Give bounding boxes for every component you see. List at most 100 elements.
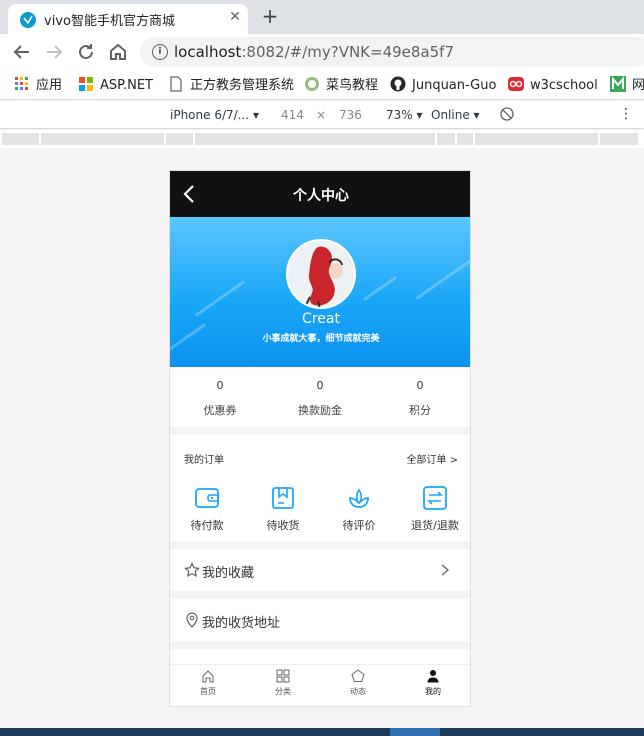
order-label: 待收货 (266, 519, 300, 532)
network-throttle-select[interactable]: Online ▾ (431, 108, 480, 122)
browser-tab-strip: vivo智能手机官方商城 ✕ + (0, 0, 644, 34)
tab-me[interactable]: 我的 (403, 669, 463, 697)
site-info-icon[interactable]: i (152, 44, 168, 60)
page-icon (168, 76, 184, 92)
device-height-input[interactable]: 736 (339, 108, 362, 122)
back-arrow-icon[interactable] (10, 40, 34, 64)
exchange-icon (423, 486, 447, 510)
more-options-icon[interactable]: ⋮ (619, 106, 633, 122)
star-icon (184, 562, 200, 578)
bookmark-zhengfang[interactable]: 正方教务管理系统 (168, 76, 294, 94)
all-orders-link[interactable]: 全部订单 > (406, 451, 458, 466)
bookmark-w3cschool[interactable]: w3cschool (508, 76, 598, 94)
page-header: 个人中心 (170, 171, 470, 217)
location-pin-icon (184, 612, 200, 628)
chevron-right-icon (440, 562, 450, 578)
stat-value: 0 (216, 379, 224, 392)
stat-label: 优惠券 (203, 404, 237, 417)
row-label: 我的收藏 (202, 566, 255, 581)
tab-label: 分类 (275, 687, 291, 696)
device-width-input[interactable]: 414 (281, 108, 304, 122)
stat-coupons[interactable]: 0 优惠券 (170, 379, 270, 418)
devtools-device-toolbar: iPhone 6/7/... ▾ 414 × 736 73% ▾ Online … (0, 101, 644, 129)
order-pending-review[interactable]: 待评价 (329, 485, 389, 533)
browser-toolbar: i localhost:8082/#/my?VNK=49e8a5f7 (0, 34, 644, 70)
tab-category[interactable]: 分类 (253, 669, 313, 697)
order-pending-receipt[interactable]: 待收货 (253, 485, 313, 533)
bookmark-label: 网 (632, 78, 644, 93)
tab-title: vivo智能手机官方商城 (44, 14, 175, 29)
runoob-icon (304, 76, 320, 92)
order-label: 待付款 (190, 519, 224, 532)
wallet-icon (195, 488, 219, 508)
category-grid-icon (276, 669, 290, 683)
bookmark-label: Junquan-Guo (412, 78, 497, 93)
bookmarks-bar: 应用 ASP.NET 正方教务管理系统 菜鸟教程 Junquan-Guo w3c… (0, 70, 644, 100)
stat-label: 换款励金 (298, 404, 342, 417)
windows-logo-icon (78, 76, 94, 92)
apps-grid-icon (14, 76, 30, 92)
bookmark-runoob[interactable]: 菜鸟教程 (304, 76, 378, 94)
home-icon (202, 670, 214, 683)
bookmark-apps[interactable]: 应用 (14, 76, 62, 94)
stat-tradein-bonus[interactable]: 0 换款励金 (270, 379, 370, 418)
url-text: localhost:8082/#/my?VNK=49e8a5f7 (174, 43, 455, 61)
avatar[interactable] (286, 239, 356, 309)
user-motto: 小事成就大事，细节成就完美 (262, 334, 380, 344)
bottom-tab-bar: 首页 分类 动态 我的 (170, 664, 470, 706)
orders-title: 我的订单 (184, 455, 224, 466)
bookmark-label: 正方教务管理系统 (190, 78, 295, 93)
bookmark-label: 应用 (36, 78, 63, 93)
username: Creat (302, 311, 340, 327)
forward-arrow-icon[interactable] (42, 40, 66, 64)
stat-points[interactable]: 0 积分 (370, 379, 470, 418)
stat-value: 0 (316, 379, 324, 392)
tab-label: 我的 (425, 687, 441, 696)
new-tab-icon[interactable]: + (258, 5, 282, 29)
stat-label: 积分 (409, 404, 431, 417)
bookmark-label: w3cschool (530, 78, 598, 93)
person-icon (427, 670, 439, 683)
address-row[interactable]: 我的收货地址 (170, 599, 470, 641)
next-row-partial (170, 649, 470, 665)
os-taskbar (0, 728, 644, 736)
w3c-icon (508, 76, 524, 92)
order-label: 退货/退款 (411, 519, 459, 532)
orders-section: 我的订单 全部订单 > 待付款 待收货 待评价 退货/退款 (170, 435, 470, 541)
order-pending-payment[interactable]: 待付款 (177, 485, 237, 533)
account-stats: 0 优惠券 0 换款励金 0 积分 (170, 367, 470, 427)
address-bar[interactable]: i localhost:8082/#/my?VNK=49e8a5f7 (140, 37, 644, 67)
home-button-icon[interactable] (106, 40, 130, 64)
rotate-icon[interactable] (500, 107, 514, 124)
page-title: 个人中心 (293, 188, 349, 204)
github-icon (390, 76, 406, 92)
pentagon-icon (351, 669, 365, 682)
phone-screen: 个人中心 Creat 小事成就大事，细节成就完美 0 优惠券 0 换款励金 0 (169, 170, 471, 707)
device-select[interactable]: iPhone 6/7/... ▾ (170, 108, 259, 122)
favorites-row[interactable]: 我的收藏 (170, 549, 470, 591)
vivo-favicon-icon (20, 12, 36, 28)
dimension-separator: × (316, 108, 327, 122)
tab-feed[interactable]: 动态 (328, 669, 388, 697)
order-label: 待评价 (342, 519, 376, 532)
bookmark-github[interactable]: Junquan-Guo (390, 76, 496, 94)
close-tab-icon[interactable]: ✕ (226, 8, 244, 26)
tab-home[interactable]: 首页 (178, 669, 238, 697)
zoom-select[interactable]: 73% ▾ (386, 108, 423, 122)
profile-banner: Creat 小事成就大事，细节成就完美 (170, 217, 470, 367)
tab-label: 首页 (200, 687, 216, 696)
m-icon (610, 76, 626, 92)
bookmark-label: 菜鸟教程 (326, 78, 379, 93)
browser-tab[interactable]: vivo智能手机官方商城 ✕ (8, 4, 248, 34)
order-returns[interactable]: 退货/退款 (405, 485, 465, 533)
bookmark-aspnet[interactable]: ASP.NET (78, 76, 153, 94)
flower-icon (349, 488, 369, 508)
bookmark-m[interactable]: 网 (610, 76, 644, 94)
tab-label: 动态 (350, 687, 366, 696)
stat-value: 0 (416, 379, 424, 392)
row-label: 我的收货地址 (202, 616, 281, 631)
media-query-ruler (0, 130, 644, 148)
reload-icon[interactable] (74, 40, 98, 64)
bookmark-label: ASP.NET (100, 78, 153, 93)
package-icon (272, 487, 294, 509)
